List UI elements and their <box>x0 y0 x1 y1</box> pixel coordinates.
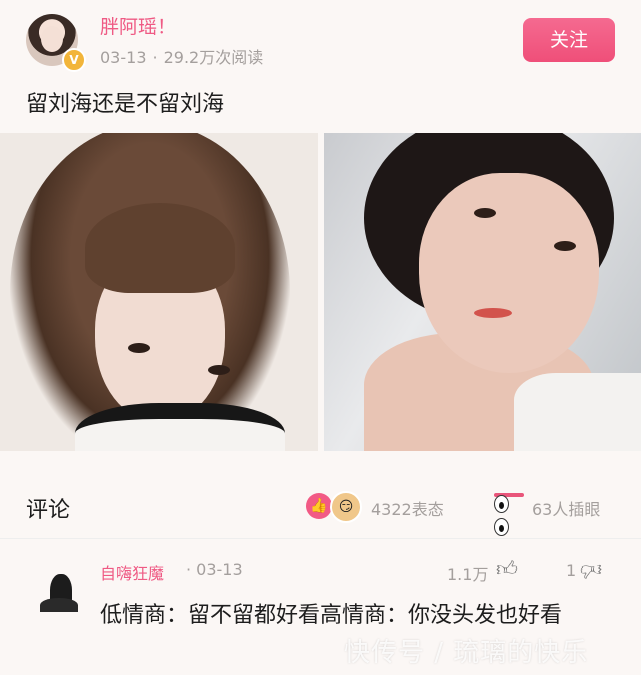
read-count: 29.2万次阅读 <box>163 48 264 67</box>
comments-title: 评论 <box>26 498 71 523</box>
eye-left <box>128 343 150 353</box>
post-images <box>0 133 641 451</box>
thumb-down-icon[interactable]: 👍︎ <box>580 557 602 583</box>
shoulder-shape <box>40 598 78 612</box>
lips <box>474 308 512 318</box>
cloth-shape <box>514 373 641 451</box>
comment-text: 低情商：留不留都好看高情商：你没头发也好看 <box>100 603 563 628</box>
meta-separator: · <box>152 48 158 67</box>
author-name[interactable]: 胖阿瑶！ <box>100 12 176 39</box>
eyes-count[interactable]: 63人插眼 <box>532 496 600 520</box>
commenter-avatar[interactable] <box>40 574 80 614</box>
commenter-name[interactable]: 自嗨狂魔 <box>100 560 164 584</box>
follow-button[interactable]: 关注 <box>523 18 615 62</box>
verified-badge-icon: V <box>62 48 86 72</box>
photo-without-bangs[interactable] <box>324 133 641 451</box>
comment-date: · 03-13 <box>186 560 243 579</box>
like-reaction-icon[interactable]: 👍 <box>306 493 332 519</box>
avatar-face <box>41 26 63 52</box>
post-date: 03-13 <box>100 48 147 67</box>
watermark: 快传号 / 琉璃的快乐 <box>344 638 589 668</box>
comments-header: 评论 👍 😏 4322表态 63人插眼 <box>0 478 641 539</box>
eye-dot <box>494 495 509 513</box>
eye-left <box>474 208 496 218</box>
thumb-up-icon[interactable]: 👍︎ <box>496 556 518 582</box>
post-meta: 03-13 · 29.2万次阅读 <box>100 44 263 68</box>
eye-right <box>554 241 576 251</box>
reaction-count[interactable]: 4322表态 <box>371 496 444 520</box>
bangs-shape <box>85 203 235 293</box>
author-avatar[interactable]: V <box>26 14 86 72</box>
eye-dot <box>494 518 509 536</box>
shirt-shape <box>75 403 285 451</box>
face-shape <box>419 173 599 373</box>
emoji-reaction-icon[interactable]: 😏 <box>330 491 362 523</box>
post-title: 留刘海还是不留刘海 <box>26 92 225 117</box>
post-header: V 胖阿瑶！ 03-13 · 29.2万次阅读 关注 留刘海还是不留刘海 <box>0 0 641 130</box>
eyes-icon[interactable] <box>494 493 524 536</box>
photo-with-bangs[interactable] <box>0 133 318 451</box>
comment-dislike-count: 1 <box>566 561 577 580</box>
eye-right <box>208 365 230 375</box>
comment-like-count: 1.1万 <box>447 565 489 584</box>
